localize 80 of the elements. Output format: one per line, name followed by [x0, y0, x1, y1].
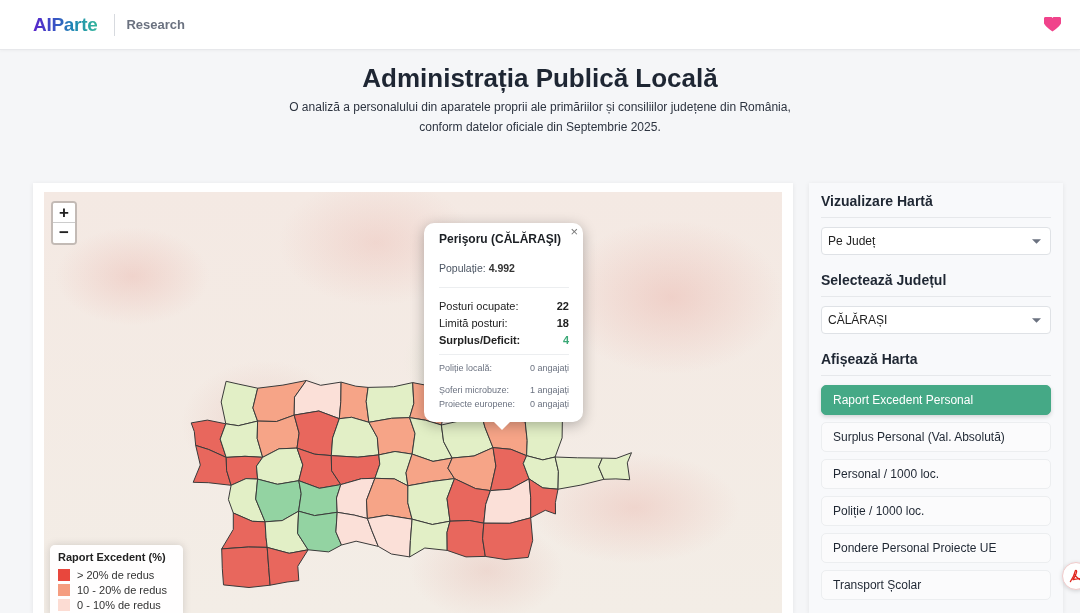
commune-area[interactable]: [296, 447, 342, 489]
commune-area[interactable]: [482, 517, 534, 560]
commune-area[interactable]: [256, 447, 304, 485]
commune-area[interactable]: [374, 451, 413, 487]
commune-area[interactable]: [338, 381, 370, 423]
commune-area[interactable]: [447, 447, 497, 492]
commune-area[interactable]: [483, 478, 532, 524]
commune-area[interactable]: [489, 447, 530, 492]
stat-label: Posturi ocupate:: [439, 299, 519, 313]
legend-title: Raport Excedent (%): [58, 550, 167, 564]
commune-area[interactable]: [407, 478, 455, 525]
stat-label: Surplus/Deficit:: [439, 333, 521, 347]
commune-area[interactable]: [330, 454, 381, 486]
commune-area[interactable]: [225, 455, 264, 486]
popup-title: Perişoru (CĂLĂRAŞI): [439, 231, 562, 247]
commune-area[interactable]: [219, 420, 264, 458]
page-title: Administrația Publică Locală: [361, 63, 719, 93]
commune-area[interactable]: [192, 444, 232, 486]
commune-area[interactable]: [336, 477, 376, 519]
staff-label: Proiecte europene:: [439, 398, 516, 410]
staff-label: Șoferi microbuze:: [439, 384, 510, 396]
population-text: Populație: 4.992: [439, 261, 516, 275]
map-layer-option[interactable]: Transport Școlar: [821, 570, 1051, 600]
staff-label: Poliție locală:: [439, 362, 493, 374]
section-heading: Afișează Harta: [821, 349, 1051, 376]
close-button[interactable]: ×: [570, 225, 578, 239]
pdf-icon: [1068, 568, 1080, 584]
commune-area[interactable]: [221, 512, 268, 550]
commune-area[interactable]: [409, 417, 453, 462]
staff-value: 1 angajați: [529, 384, 569, 396]
commune-area[interactable]: [227, 478, 266, 523]
caret-icon: [1032, 238, 1041, 244]
commune-area[interactable]: [554, 456, 605, 490]
commune-area[interactable]: [366, 514, 413, 558]
commune-area[interactable]: [255, 478, 302, 523]
zoom-in-button[interactable]: +: [53, 203, 75, 223]
staff-value: 0 angajați: [529, 398, 569, 410]
map-layer-option[interactable]: Personal / 1000 loc.: [821, 459, 1051, 489]
commune-area[interactable]: [221, 546, 271, 588]
commune-area[interactable]: [409, 518, 451, 558]
map-layer-option[interactable]: Surplus Personal (Val. Absolută): [821, 422, 1051, 452]
commune-area[interactable]: [598, 452, 632, 481]
commune-area[interactable]: [266, 546, 309, 586]
caret-icon: [1032, 317, 1041, 323]
dropdown[interactable]: CĂLĂRAȘI: [821, 306, 1051, 334]
commune-area[interactable]: [252, 380, 307, 422]
section-heading: Vizualizare Hartă: [821, 191, 1051, 218]
commune-area[interactable]: [335, 511, 379, 547]
commune-area[interactable]: [528, 478, 559, 519]
commune-area[interactable]: [298, 480, 342, 517]
commune-area[interactable]: [366, 477, 413, 520]
staff-value: 0 angajați: [529, 362, 569, 374]
commune-area[interactable]: [446, 520, 486, 558]
commune-area[interactable]: [446, 478, 491, 524]
commune-area[interactable]: [365, 382, 415, 423]
stat-label: Limită posturi:: [439, 316, 508, 330]
map-layer-option[interactable]: Pondere Personal Proiecte UE: [821, 533, 1051, 563]
commune-area[interactable]: [297, 510, 342, 553]
stat-value: 18: [556, 316, 569, 330]
commune-area[interactable]: [368, 417, 416, 456]
dropdown[interactable]: Pe Județ: [821, 227, 1051, 255]
section-heading: Selectează Județul: [821, 270, 1051, 297]
page-subtitle: O analiză a personalului din aparatele proprii ale primăriilor și consiliilor județene din România, conform datelor oficiale din Septembrie 2025.: [288, 99, 792, 136]
map-layer-option[interactable]: Poliție / 1000 loc.: [821, 496, 1051, 526]
commune-area[interactable]: [293, 410, 340, 457]
legend-label: 10 - 20% de redus: [77, 582, 167, 597]
commune-area[interactable]: [330, 416, 380, 458]
commune-area[interactable]: [405, 453, 455, 487]
section-label[interactable]: Research: [126, 17, 185, 32]
commune-area[interactable]: [220, 380, 259, 427]
commune-area[interactable]: [190, 419, 227, 458]
stat-value: 22: [556, 299, 569, 313]
commune-area[interactable]: [264, 510, 309, 554]
commune-area[interactable]: [522, 455, 559, 490]
legend-label: 0 - 10% de redus: [77, 597, 161, 612]
commune-area[interactable]: [256, 414, 300, 458]
stat-value: 4: [562, 333, 569, 347]
legend-label: > 20% de redus: [77, 567, 155, 582]
commune-area[interactable]: [293, 380, 342, 420]
heart-icon[interactable]: [1044, 17, 1061, 32]
